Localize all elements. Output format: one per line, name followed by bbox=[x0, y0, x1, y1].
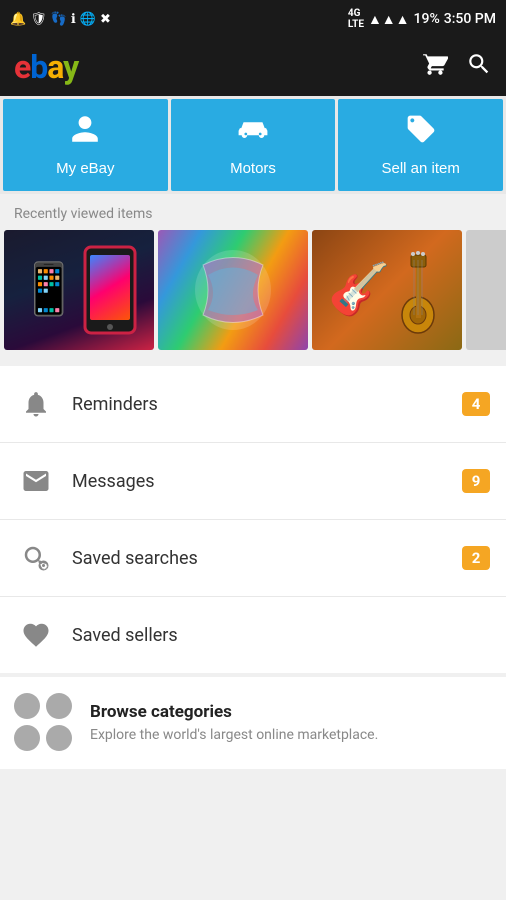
sell-label: Sell an item bbox=[381, 160, 459, 177]
status-right: 4GLTE ▲▲▲ 19% 3:50 PM bbox=[348, 8, 496, 30]
status-bar: 🔔 🛡 👣 ℹ 🌐 ✖ 4GLTE ▲▲▲ 19% 3:50 PM bbox=[0, 0, 506, 38]
status-icons-left: 🔔 🛡 👣 ℹ 🌐 ✖ bbox=[10, 12, 111, 27]
recent-item-guitar[interactable] bbox=[312, 230, 462, 350]
header-icons bbox=[422, 51, 492, 83]
person-icon bbox=[69, 113, 101, 152]
close-icon: ✖ bbox=[100, 12, 111, 27]
messages-label: Messages bbox=[72, 471, 462, 492]
bell-icon bbox=[16, 384, 56, 424]
car-icon bbox=[235, 113, 271, 152]
saved-searches-item[interactable]: Saved searches 2 bbox=[0, 520, 506, 597]
messages-item[interactable]: Messages 9 bbox=[0, 443, 506, 520]
saved-searches-label: Saved searches bbox=[72, 548, 462, 569]
reminders-item[interactable]: Reminders 4 bbox=[0, 366, 506, 443]
reminders-label: Reminders bbox=[72, 394, 462, 415]
sell-button[interactable]: Sell an item bbox=[338, 99, 503, 191]
cart-icon[interactable] bbox=[422, 51, 448, 83]
recent-item-phone[interactable] bbox=[4, 230, 154, 350]
reminders-badge: 4 bbox=[462, 392, 490, 416]
search-with-gear-icon bbox=[16, 538, 56, 578]
browse-categories-description: Explore the world's largest online marke… bbox=[90, 726, 378, 744]
ebay-logo: ebay bbox=[14, 48, 78, 86]
signal-icon: ▲▲▲ bbox=[368, 11, 410, 28]
saved-searches-badge: 2 bbox=[462, 546, 490, 570]
messages-badge: 9 bbox=[462, 469, 490, 493]
footprint-icon: 👣 bbox=[51, 12, 67, 27]
browse-categories-section[interactable]: Browse categories Explore the world's la… bbox=[0, 677, 506, 769]
heart-icon bbox=[16, 615, 56, 655]
notification-icon: 🔔 bbox=[10, 12, 26, 27]
time-label: 3:50 PM bbox=[444, 11, 496, 27]
nav-buttons: My eBay Motors Sell an item bbox=[0, 96, 506, 194]
recent-item-extra[interactable] bbox=[466, 230, 506, 350]
motors-label: Motors bbox=[230, 160, 276, 177]
envelope-icon bbox=[16, 461, 56, 501]
info-icon: ℹ bbox=[71, 12, 76, 27]
motors-button[interactable]: Motors bbox=[171, 99, 336, 191]
shield-icon: 🛡 bbox=[30, 12, 47, 27]
search-icon[interactable] bbox=[466, 51, 492, 83]
my-ebay-button[interactable]: My eBay bbox=[3, 99, 168, 191]
browse-categories-icon bbox=[14, 693, 74, 753]
app-header: ebay bbox=[0, 38, 506, 96]
saved-sellers-label: Saved sellers bbox=[72, 625, 490, 646]
globe-icon: 🌐 bbox=[80, 12, 96, 27]
recently-viewed-label: Recently viewed items bbox=[0, 194, 506, 230]
browse-categories-text: Browse categories Explore the world's la… bbox=[90, 702, 378, 744]
network-label: 4GLTE bbox=[348, 8, 364, 30]
saved-sellers-item[interactable]: Saved sellers bbox=[0, 597, 506, 673]
recently-viewed-list bbox=[0, 230, 506, 362]
battery-label: 19% bbox=[414, 11, 440, 27]
recent-item-scarf[interactable] bbox=[158, 230, 308, 350]
tag-icon bbox=[405, 113, 437, 152]
menu-list: Reminders 4 Messages 9 Saved searches 2 bbox=[0, 366, 506, 673]
my-ebay-label: My eBay bbox=[56, 160, 114, 177]
browse-categories-title: Browse categories bbox=[90, 702, 378, 722]
